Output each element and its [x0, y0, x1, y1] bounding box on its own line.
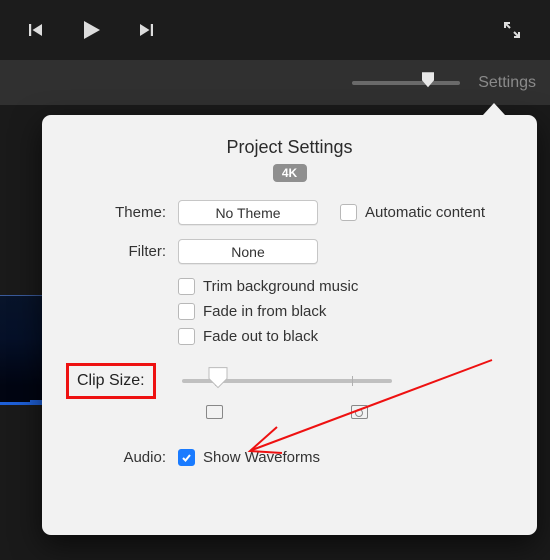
show-waveforms-label: Show Waveforms [203, 449, 320, 466]
zoom-slider[interactable] [352, 81, 460, 85]
playback-bar [0, 0, 550, 60]
zoom-slider-knob[interactable] [420, 70, 436, 92]
trim-music-checkbox[interactable] [178, 278, 195, 295]
play-icon[interactable] [80, 19, 102, 41]
large-thumb-icon [351, 405, 368, 419]
resolution-badge: 4K [273, 164, 307, 182]
theme-dropdown[interactable]: No Theme [178, 200, 318, 225]
filter-dropdown[interactable]: None [178, 239, 318, 264]
filter-label: Filter: [66, 243, 178, 260]
clip-size-label: Clip Size: [66, 363, 156, 399]
prev-icon[interactable] [28, 22, 44, 38]
clip-size-knob[interactable] [207, 366, 229, 394]
audio-label: Audio: [66, 449, 178, 466]
automatic-content-label: Automatic content [365, 204, 485, 221]
fade-out-checkbox[interactable] [178, 328, 195, 345]
show-waveforms-checkbox[interactable] [178, 449, 195, 466]
fullscreen-icon[interactable] [502, 20, 522, 40]
clip-size-icons [206, 405, 513, 419]
small-thumb-icon [206, 405, 223, 419]
project-settings-popover: Project Settings 4K Theme: No Theme Auto… [42, 115, 537, 535]
fade-in-checkbox[interactable] [178, 303, 195, 320]
fade-in-label: Fade in from black [203, 303, 326, 320]
next-icon[interactable] [138, 22, 154, 38]
settings-button[interactable]: Settings [478, 74, 540, 92]
timeline-toolbar: Settings [0, 60, 550, 105]
automatic-content-checkbox[interactable] [340, 204, 357, 221]
fade-out-label: Fade out to black [203, 328, 318, 345]
clip-size-slider[interactable] [182, 379, 392, 383]
play-controls [28, 19, 154, 41]
theme-label: Theme: [66, 204, 178, 221]
trim-music-label: Trim background music [203, 278, 358, 295]
timeline-clip-thumb[interactable] [0, 295, 42, 405]
popover-title: Project Settings [66, 137, 513, 158]
